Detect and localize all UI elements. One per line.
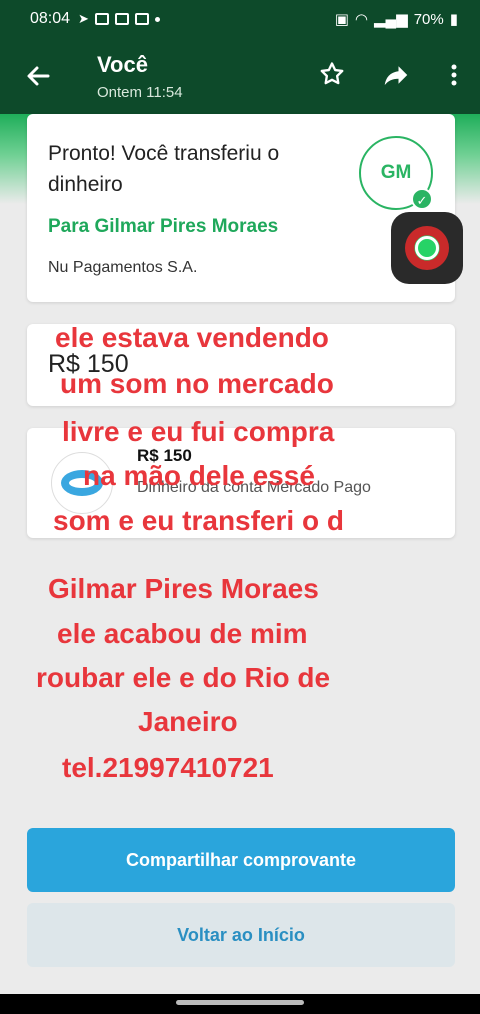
overlay-text-line: tel.21997410721	[62, 752, 274, 783]
page-title: Você	[97, 52, 148, 77]
more-notifications-icon	[154, 16, 160, 22]
telegram-icon: ➤	[78, 11, 89, 26]
status-time: 08:04	[30, 10, 71, 27]
confirmation-card: Pronto! Você transferiu o dinheiro Para …	[27, 114, 455, 302]
overlay-text-line: ele estava vendendo	[55, 322, 329, 353]
whatsapp-logo-icon	[405, 226, 449, 270]
lock-icon: ▣	[334, 11, 349, 28]
back-home-button[interactable]: Voltar ao Início	[27, 903, 455, 967]
whatsapp-core-icon	[415, 236, 439, 260]
battery-label: 70%	[413, 10, 444, 28]
arrow-left-icon[interactable]	[22, 60, 54, 92]
home-gesture-handle[interactable]	[176, 1000, 304, 1005]
check-icon: ✓	[411, 188, 433, 210]
whatsapp-floating-icon[interactable]	[391, 212, 463, 284]
overlay-text-line: na mão dele essé	[83, 460, 315, 491]
overlay-text-line: Gilmar Pires Moraes	[48, 573, 319, 604]
wifi-icon: ◠	[354, 11, 368, 28]
app-bar: Você Ontem 11:54	[0, 38, 480, 114]
avatar-initials: GM	[380, 162, 412, 183]
system-icons: ▣ ◠ ▂▄▆ 70% ▮	[334, 10, 458, 29]
message-icon	[114, 13, 129, 25]
share-receipt-button[interactable]: Compartilhar comprovante	[27, 828, 455, 892]
page-subtitle: Ontem 11:54	[97, 84, 183, 101]
recipient-name: Para Gilmar Pires Moraes	[48, 216, 279, 237]
overlay-text-line: som e eu transferi o d	[53, 505, 344, 536]
share-icon[interactable]	[380, 60, 412, 92]
app-notification-icon	[94, 13, 109, 25]
battery-icon: ▮	[449, 11, 458, 28]
status-bar: 08:04 ➤ ▣ ◠ ▂▄▆ 70% ▮	[0, 0, 480, 38]
notification-icons: ➤	[78, 11, 160, 27]
screen: 08:04 ➤ ▣ ◠ ▂▄▆ 70% ▮ Você Ontem 11:54 P…	[0, 0, 480, 1014]
overlay-text-line: ele acabou de mim	[57, 618, 308, 649]
overlay-text-line: Janeiro	[138, 706, 238, 737]
title-block: Você Ontem 11:54	[97, 52, 183, 101]
folder-icon	[134, 13, 149, 25]
overlay-text-line: livre e eu fui compra	[62, 416, 335, 447]
more-vertical-icon[interactable]	[436, 60, 464, 92]
signal-icon: ▂▄▆	[374, 11, 408, 28]
star-icon[interactable]	[316, 60, 348, 92]
confirmation-headline: Pronto! Você transferiu o dinheiro	[48, 142, 280, 196]
overlay-text-line: um som no mercado	[60, 368, 334, 399]
overlay-text-line: roubar ele e do Rio de	[36, 662, 331, 693]
recipient-bank: Nu Pagamentos S.A.	[48, 259, 198, 276]
